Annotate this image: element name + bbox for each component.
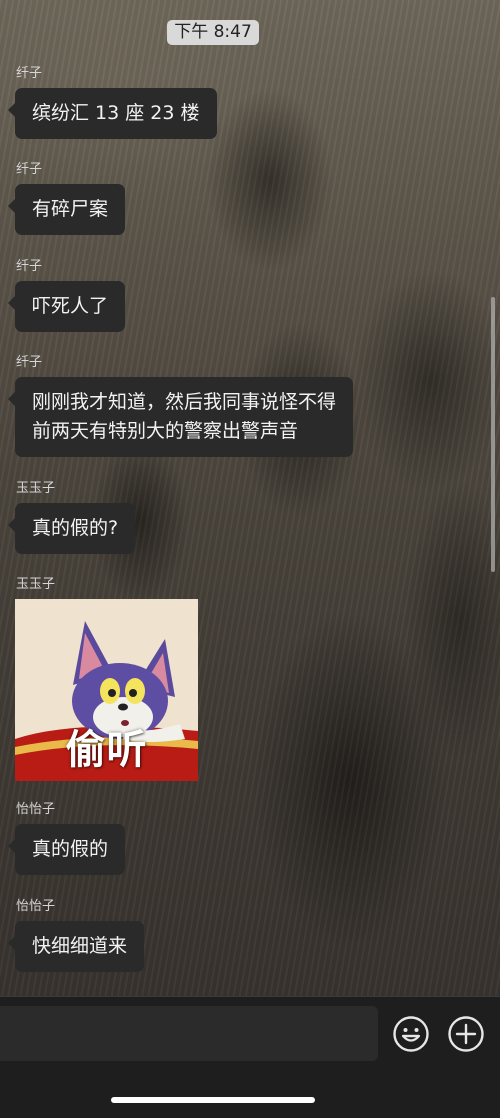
- message-bubble[interactable]: 吓死人了: [7, 281, 126, 332]
- message-bubble[interactable]: 快细细道来: [7, 921, 145, 972]
- sender-name: 纤子: [16, 259, 43, 274]
- scrollbar[interactable]: [491, 297, 495, 572]
- input-bar: [0, 996, 500, 1118]
- message-row: 纤子 缤纷汇 13 座 23 楼: [8, 66, 217, 139]
- sender-name: 纤子: [16, 355, 43, 370]
- timestamp-pill: 下午 8:47: [167, 20, 259, 45]
- sender-name: 纤子: [16, 66, 43, 81]
- message-row: 纤子 刚刚我才知道，然后我同事说怪不得 前两天有特别大的警察出警声音: [7, 355, 354, 457]
- message-bubble[interactable]: 真的假的?: [7, 503, 136, 554]
- message-bubble[interactable]: 真的假的: [7, 824, 126, 875]
- message-row: 纤子 吓死人了: [7, 259, 126, 332]
- message-row: 怡怡子 快细细道来: [7, 899, 145, 972]
- message-row: 玉玉子 真的假的?: [7, 481, 136, 554]
- message-row: 玉玉子 偷听: [15, 577, 198, 781]
- sender-name: 怡怡子: [16, 899, 56, 914]
- sender-name: 玉玉子: [16, 577, 56, 592]
- sender-name: 怡怡子: [16, 802, 56, 817]
- message-bubble[interactable]: 有碎尸案: [7, 184, 126, 235]
- message-input[interactable]: [0, 1006, 378, 1061]
- message-bubble[interactable]: 缤纷汇 13 座 23 楼: [8, 88, 217, 139]
- message-bubble[interactable]: 刚刚我才知道，然后我同事说怪不得 前两天有特别大的警察出警声音: [7, 377, 354, 457]
- smiley-face-icon[interactable]: [392, 1015, 430, 1053]
- sender-name: 玉玉子: [16, 481, 56, 496]
- message-row: 怡怡子 真的假的: [7, 802, 126, 875]
- plus-circle-icon[interactable]: [447, 1015, 485, 1053]
- sticker-image[interactable]: 偷听: [15, 599, 198, 781]
- message-row: 纤子 有碎尸案: [7, 162, 126, 235]
- sender-name: 纤子: [16, 162, 43, 177]
- home-indicator[interactable]: [111, 1097, 315, 1103]
- sticker-caption: 偷听: [65, 727, 148, 773]
